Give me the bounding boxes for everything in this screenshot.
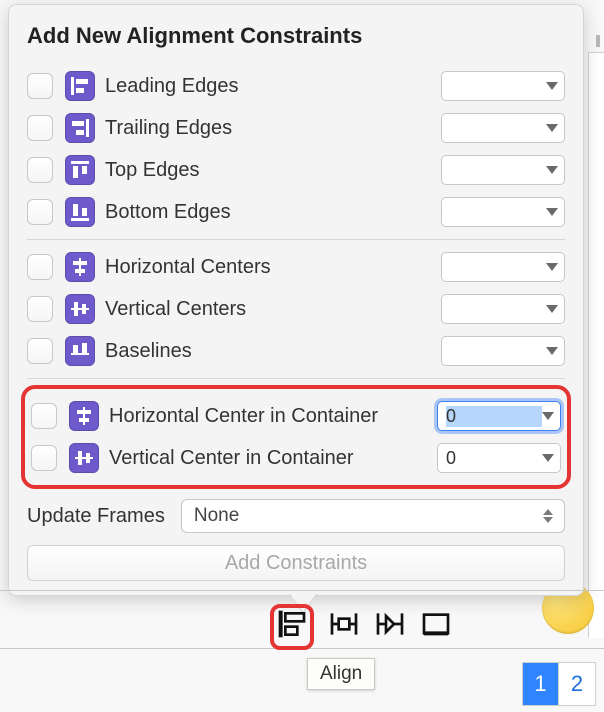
label: Vertical Centers xyxy=(105,298,441,321)
chevron-down-icon xyxy=(542,454,554,462)
value-h-center-container[interactable]: 0 xyxy=(437,401,561,431)
chevron-down-icon xyxy=(546,305,558,313)
checkbox-horizontal-centers[interactable] xyxy=(27,254,53,280)
row-h-center-container: Horizontal Center in Container 0 xyxy=(31,395,561,437)
baselines-icon xyxy=(65,336,95,366)
label: Baselines xyxy=(105,340,441,363)
update-frames-select[interactable]: None xyxy=(181,499,565,533)
highlight-container-center: Horizontal Center in Container 0 Vertica… xyxy=(21,385,571,489)
pin-icon xyxy=(328,608,360,640)
chevron-down-icon xyxy=(542,412,554,420)
resolve-tool-button[interactable] xyxy=(374,608,406,646)
value-horizontal-centers[interactable] xyxy=(441,252,565,282)
chevron-down-icon xyxy=(546,208,558,216)
value-trailing-edges[interactable] xyxy=(441,113,565,143)
pager-page-2[interactable]: 2 xyxy=(559,663,595,705)
label: Horizontal Centers xyxy=(105,256,441,279)
divider xyxy=(27,378,565,379)
row-bottom-edges: Bottom Edges xyxy=(27,191,565,233)
update-frames-label: Update Frames xyxy=(27,505,165,528)
value-baselines[interactable] xyxy=(441,336,565,366)
align-icon xyxy=(276,608,308,640)
vertical-centers-icon xyxy=(65,294,95,324)
divider xyxy=(27,239,565,240)
leading-edges-icon xyxy=(65,71,95,101)
v-center-container-icon xyxy=(69,443,99,473)
popover-title: Add New Alignment Constraints xyxy=(27,23,565,49)
h-center-container-icon xyxy=(69,401,99,431)
right-panel-sliver xyxy=(588,52,604,638)
bottom-edges-icon xyxy=(65,197,95,227)
row-top-edges: Top Edges xyxy=(27,149,565,191)
checkbox-leading-edges[interactable] xyxy=(27,73,53,99)
row-v-center-container: Vertical Center in Container 0 xyxy=(31,437,561,479)
label: Top Edges xyxy=(105,159,441,182)
pager: 1 2 xyxy=(522,662,596,706)
pager-page-1[interactable]: 1 xyxy=(523,663,559,705)
row-vertical-centers: Vertical Centers xyxy=(27,288,565,330)
value-top-edges[interactable] xyxy=(441,155,565,185)
checkbox-bottom-edges[interactable] xyxy=(27,199,53,225)
value-v-center-container[interactable]: 0 xyxy=(437,443,561,473)
checkbox-trailing-edges[interactable] xyxy=(27,115,53,141)
checkbox-top-edges[interactable] xyxy=(27,157,53,183)
top-edges-icon xyxy=(65,155,95,185)
checkbox-v-center-container[interactable] xyxy=(31,445,57,471)
row-trailing-edges: Trailing Edges xyxy=(27,107,565,149)
row-baselines: Baselines xyxy=(27,330,565,372)
horizontal-centers-icon xyxy=(65,252,95,282)
label: Trailing Edges xyxy=(105,117,441,140)
add-constraints-button[interactable]: Add Constraints xyxy=(27,545,565,581)
align-tool-highlight xyxy=(270,604,314,650)
tooltip-align: Align xyxy=(307,658,375,690)
row-horizontal-centers: Horizontal Centers xyxy=(27,246,565,288)
row-leading-edges: Leading Edges xyxy=(27,65,565,107)
chevron-down-icon xyxy=(546,347,558,355)
label: Vertical Center in Container xyxy=(109,447,437,470)
resolve-icon xyxy=(374,608,406,640)
value-vertical-centers[interactable] xyxy=(441,294,565,324)
align-tool-button[interactable] xyxy=(276,608,308,646)
checkbox-baselines[interactable] xyxy=(27,338,53,364)
chevron-down-icon xyxy=(546,263,558,271)
value-leading-edges[interactable] xyxy=(441,71,565,101)
chevron-down-icon xyxy=(546,124,558,132)
up-down-icon xyxy=(540,509,556,523)
label: Bottom Edges xyxy=(105,201,441,224)
pin-tool-button[interactable] xyxy=(328,608,360,646)
separator xyxy=(0,590,604,591)
resize-icon xyxy=(420,608,452,640)
chevron-down-icon xyxy=(546,166,558,174)
resize-tool-button[interactable] xyxy=(420,608,452,646)
alignment-popover: Add New Alignment Constraints Leading Ed… xyxy=(8,4,584,596)
row-update-frames: Update Frames None xyxy=(27,499,565,533)
value-bottom-edges[interactable] xyxy=(441,197,565,227)
checkbox-vertical-centers[interactable] xyxy=(27,296,53,322)
checkbox-h-center-container[interactable] xyxy=(31,403,57,429)
label: Leading Edges xyxy=(105,75,441,98)
chevron-down-icon xyxy=(546,82,558,90)
label: Horizontal Center in Container xyxy=(109,405,437,428)
trailing-edges-icon xyxy=(65,113,95,143)
